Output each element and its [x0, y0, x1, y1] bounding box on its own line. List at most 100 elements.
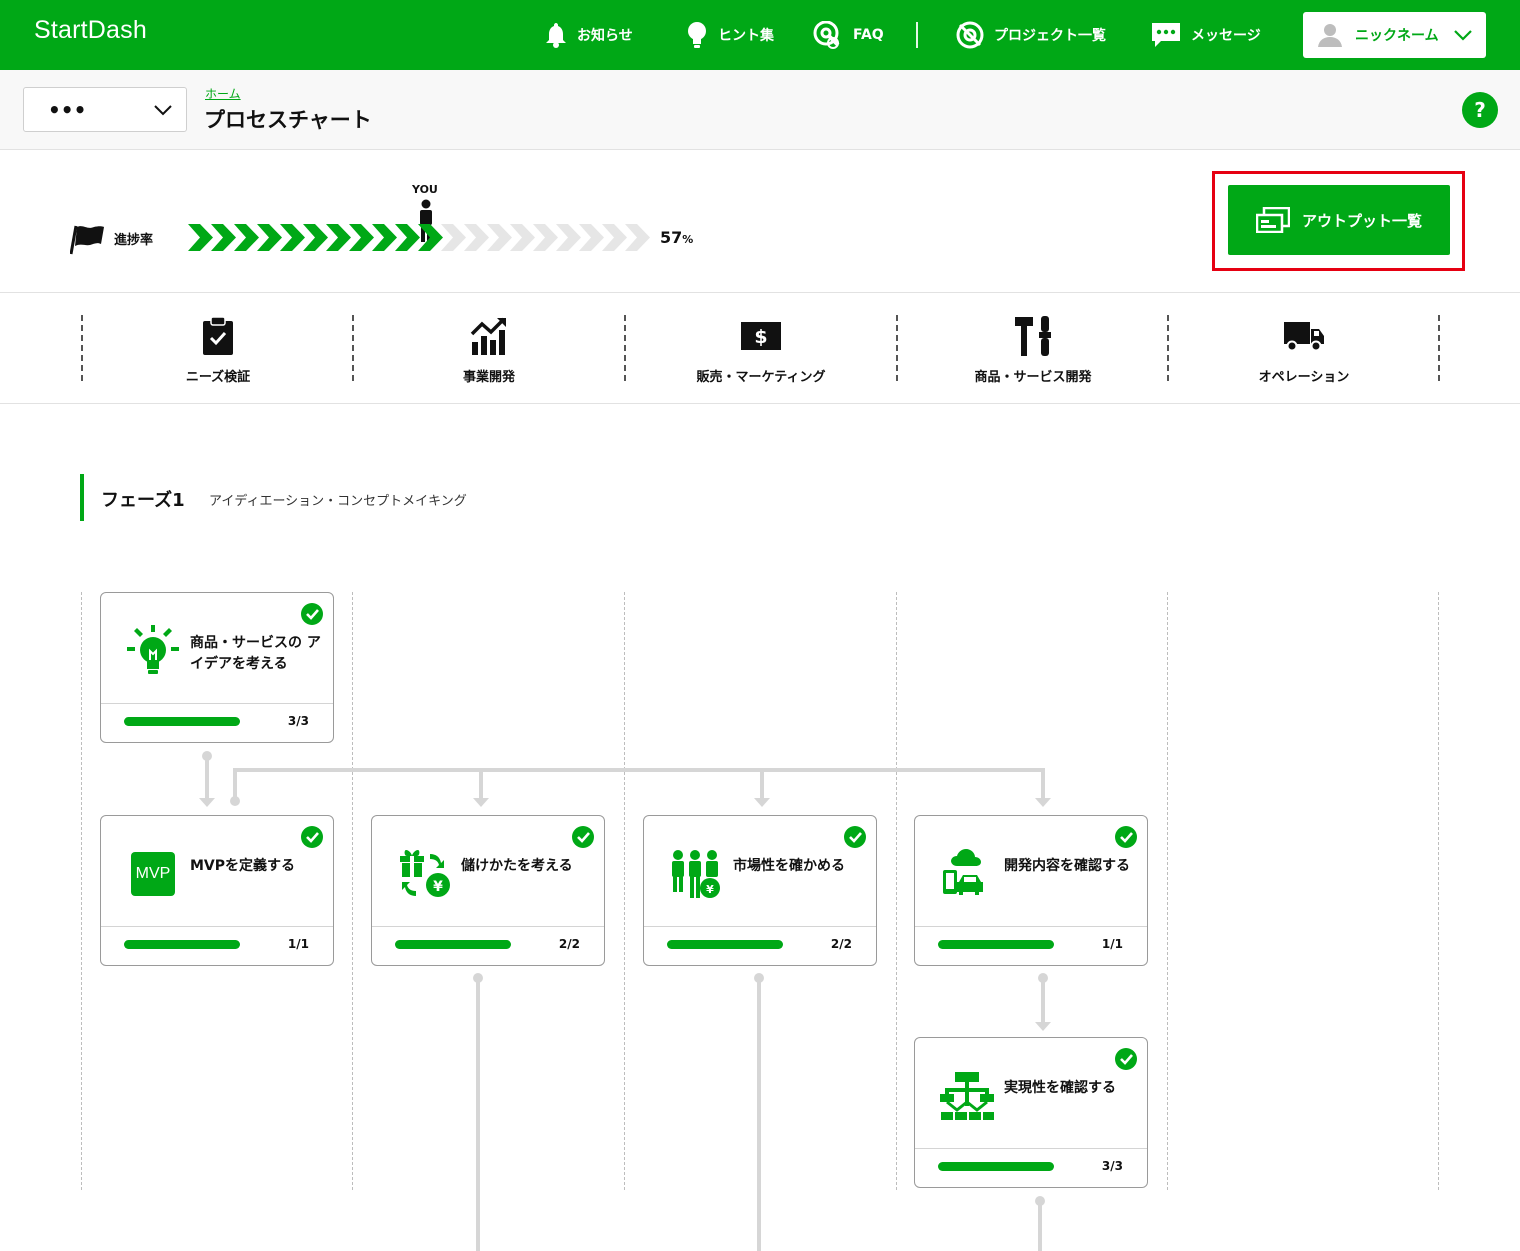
- progress-chevron-done: [349, 224, 374, 251]
- nav-messages-label: メッセージ: [1191, 28, 1261, 44]
- nav-projects[interactable]: プロジェクト一覧: [956, 18, 1106, 52]
- clipboard-check-icon: [202, 316, 234, 356]
- divider: [0, 403, 1520, 404]
- output-list-label: アウトプット一覧: [1301, 211, 1422, 230]
- nav-projects-label: プロジェクト一覧: [994, 28, 1106, 44]
- project-dropdown[interactable]: •••: [23, 87, 187, 132]
- progress-chevrons: [188, 224, 650, 251]
- gift-yen-cycle-icon: ¥: [396, 846, 452, 902]
- progress-value: 57: [660, 228, 683, 247]
- nav-hints-label: ヒント集: [718, 28, 774, 44]
- dollar-bill-icon: $: [740, 316, 782, 356]
- chevron-down-icon: [154, 104, 172, 115]
- flowchart-icon: [939, 1068, 995, 1124]
- help-button[interactable]: ?: [1462, 92, 1498, 128]
- svg-text:¥: ¥: [706, 883, 714, 896]
- divider: [0, 292, 1520, 293]
- phase-accent-bar: [80, 474, 84, 521]
- task-card-development[interactable]: 開発内容を確認する 1/1: [914, 815, 1148, 966]
- task-card-title: 実現性を確認する: [1004, 1080, 1116, 1096]
- progress-chevron-pending: [579, 224, 604, 251]
- task-progress-bar: [938, 940, 1054, 949]
- task-count: 2/2: [830, 937, 852, 951]
- progress-chevron-pending: [533, 224, 558, 251]
- mvp-icon: MVP: [125, 846, 181, 902]
- progress-chevron-done: [418, 224, 443, 251]
- phase-title: フェーズ1: [101, 490, 185, 511]
- task-card-title: 開発内容を確認する: [1004, 858, 1130, 874]
- chevron-down-icon: [1454, 30, 1472, 41]
- message-icon: [1152, 23, 1180, 47]
- user-menu-button[interactable]: ニックネーム: [1303, 12, 1486, 58]
- category-sales[interactable]: $ 販売・マーケティング: [625, 315, 897, 385]
- task-card-title: 市場性を確かめる: [733, 858, 845, 874]
- task-card-market[interactable]: ¥ 市場性を確かめる 2/2: [643, 815, 877, 966]
- progress-chevron-pending: [510, 224, 535, 251]
- lightbulb-icon: [688, 22, 706, 48]
- category-label: 商品・サービス開発: [974, 370, 1092, 385]
- category-product[interactable]: 商品・サービス開発: [897, 315, 1169, 385]
- check-icon: [844, 826, 866, 848]
- breadcrumb-home[interactable]: ホーム: [205, 85, 241, 102]
- category-needs[interactable]: ニーズ検証: [82, 315, 354, 385]
- progress-unit: %: [682, 233, 694, 246]
- you-marker-label: YOU: [412, 183, 438, 196]
- task-count: 1/1: [1101, 937, 1123, 951]
- progress-chevron-done: [211, 224, 236, 251]
- task-card-monetize[interactable]: ¥ 儲けかたを考える 2/2: [371, 815, 605, 966]
- project-list-icon: [956, 21, 984, 49]
- bell-icon: [546, 23, 566, 48]
- app-logo[interactable]: StartDash: [34, 16, 147, 45]
- project-dropdown-value: •••: [48, 97, 87, 122]
- nav-hints[interactable]: ヒント集: [686, 18, 774, 52]
- task-count: 2/2: [558, 937, 580, 951]
- flag-icon: [70, 225, 104, 255]
- category-label: ニーズ検証: [185, 370, 251, 385]
- progress-chevron-done: [257, 224, 282, 251]
- output-list-button[interactable]: アウトプット一覧: [1228, 185, 1450, 255]
- category-operation[interactable]: オペレーション: [1168, 315, 1440, 385]
- page-title: プロセスチャート: [204, 108, 372, 132]
- truck-icon: [1283, 316, 1325, 356]
- progress-chevron-done: [303, 224, 328, 251]
- nav-divider: [916, 22, 918, 48]
- nav-messages[interactable]: メッセージ: [1151, 18, 1261, 52]
- mvp-icon-text: MVP: [131, 852, 175, 896]
- card-divider: [101, 703, 333, 704]
- progress-chevron-pending: [441, 224, 466, 251]
- check-icon: [572, 826, 594, 848]
- svg-text:¥: ¥: [433, 879, 443, 895]
- card-divider: [915, 926, 1147, 927]
- task-count: 3/3: [1101, 1159, 1123, 1173]
- progress-percent: 57%: [660, 228, 693, 247]
- progress-chevron-pending: [556, 224, 581, 251]
- category-business[interactable]: 事業開発: [353, 315, 625, 385]
- task-count: 1/1: [287, 937, 309, 951]
- task-progress-bar: [667, 940, 783, 949]
- cloud-device-car-icon: [939, 846, 995, 902]
- progress-chevron-pending: [602, 224, 627, 251]
- card-divider: [101, 926, 333, 927]
- progress-chevron-done: [188, 224, 213, 251]
- nav-faq[interactable]: FAQ: [813, 18, 884, 52]
- task-progress-bar: [395, 940, 511, 949]
- task-card-idea[interactable]: 商品・サービスの アイデアを考える 3/3: [100, 592, 334, 743]
- check-icon: [1115, 826, 1137, 848]
- progress-chevron-done: [326, 224, 351, 251]
- nav-notice-label: お知らせ: [577, 28, 633, 44]
- task-card-mvp[interactable]: MVP MVPを定義する 1/1: [100, 815, 334, 966]
- lightbulb-icon: [125, 623, 181, 679]
- task-card-title: 儲けかたを考える: [461, 858, 573, 874]
- faq-icon: [813, 21, 840, 49]
- nav-notice[interactable]: お知らせ: [545, 18, 633, 52]
- svg-text:$: $: [754, 326, 767, 348]
- progress-chevron-pending: [625, 224, 650, 251]
- user-name: ニックネーム: [1355, 28, 1439, 44]
- task-card-feasibility[interactable]: 実現性を確認する 3/3: [914, 1037, 1148, 1188]
- progress-chevron-pending: [487, 224, 512, 251]
- nav-faq-label: FAQ: [853, 27, 884, 43]
- category-label: オペレーション: [1258, 370, 1350, 385]
- check-icon: [1115, 1048, 1137, 1070]
- task-progress-bar: [124, 940, 240, 949]
- task-card-title: MVPを定義する: [190, 858, 296, 874]
